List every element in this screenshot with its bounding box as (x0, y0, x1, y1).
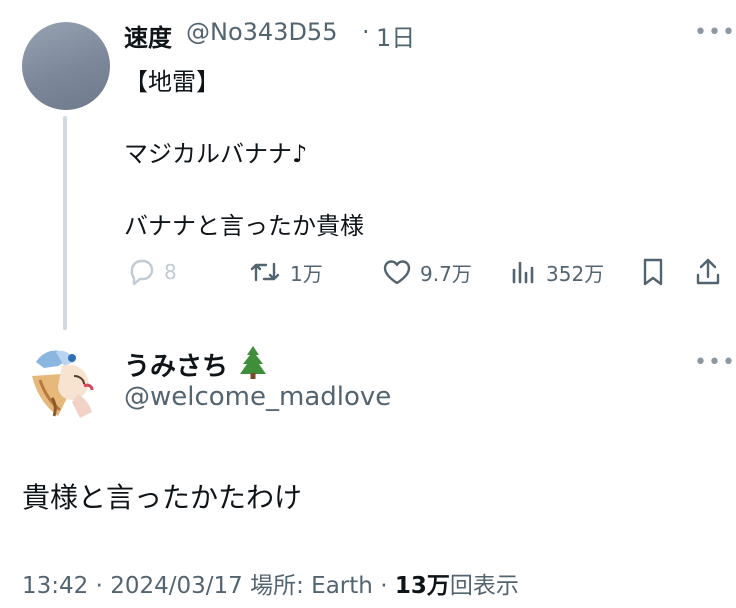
evergreen-tree-icon (238, 344, 268, 380)
tweet-location: 場所: Earth (250, 573, 373, 599)
reply-icon (126, 258, 156, 286)
retweet-icon (248, 258, 282, 286)
separator-dot: · (380, 573, 388, 599)
more-options-icon[interactable]: ••• (694, 350, 736, 375)
tweet-text-line: バナナと言ったか貴様 (124, 212, 364, 240)
views-label: 回表示 (449, 573, 519, 599)
reply-count: 8 (164, 260, 177, 284)
heart-icon (382, 258, 412, 286)
avatar[interactable] (22, 22, 110, 110)
views-chart-icon (510, 258, 538, 286)
tweet-timestamp[interactable]: 1日 (376, 18, 415, 53)
tweet-time[interactable]: 13:42 (22, 573, 88, 599)
more-options-icon[interactable]: ••• (694, 20, 736, 45)
author-handle[interactable]: @No343D55 (186, 18, 337, 46)
tweet-text-line: 【地雷】 (124, 68, 220, 96)
author-handle[interactable]: @welcome_madlove (124, 382, 391, 412)
retweet-button[interactable]: 1万 (248, 256, 323, 288)
author-name[interactable]: うみさち (124, 346, 228, 383)
separator-dot: · (95, 573, 103, 599)
reply-button[interactable]: 8 (126, 256, 177, 288)
views-count: 13万 (394, 573, 450, 599)
views-count: 352万 (546, 261, 605, 286)
avatar-illustration (22, 336, 110, 424)
tweet-metadata: 13:42 · 2024/03/17 場所: Earth · 13万回表示 (22, 566, 519, 600)
tweet-date[interactable]: 2024/03/17 (110, 573, 243, 599)
separator-dot: · (362, 18, 370, 46)
author-name[interactable]: 速度 (124, 18, 172, 53)
avatar[interactable] (22, 336, 110, 424)
tweet-text-line: マジカルバナナ♪ (124, 140, 308, 168)
share-button[interactable] (694, 256, 722, 288)
bookmark-button[interactable] (640, 256, 666, 288)
like-button[interactable]: 9.7万 (382, 256, 472, 288)
thread-line (63, 116, 67, 330)
tweet-text: 貴様と言ったかたわけ (22, 481, 303, 514)
share-icon (694, 257, 722, 287)
bookmark-icon (640, 257, 666, 287)
retweet-count: 1万 (290, 261, 323, 286)
like-count: 9.7万 (420, 261, 472, 286)
views-button[interactable]: 352万 (510, 256, 604, 288)
